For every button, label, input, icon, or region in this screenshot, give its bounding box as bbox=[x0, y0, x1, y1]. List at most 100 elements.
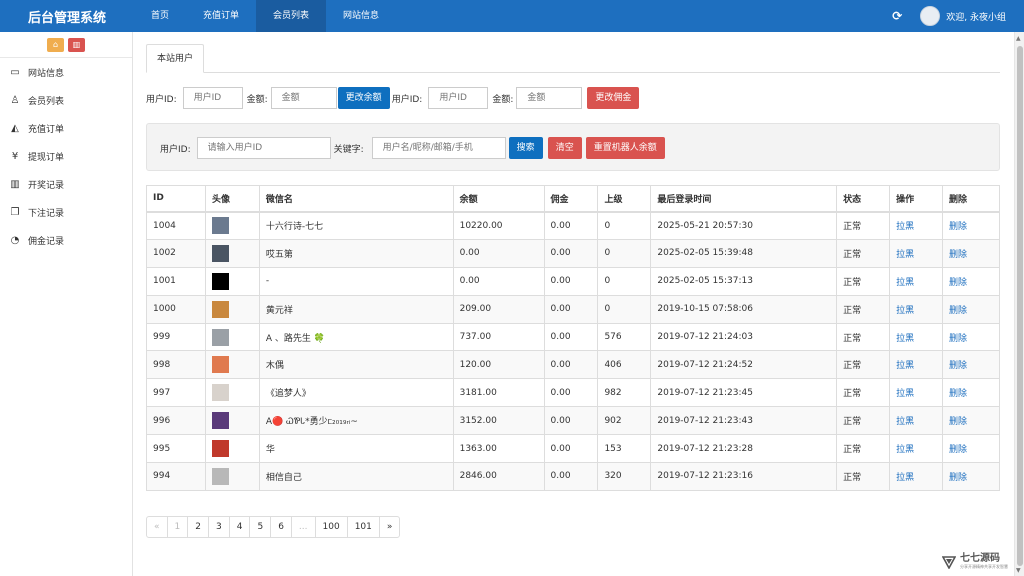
cell-delete: 删除 bbox=[941, 211, 1001, 240]
page-button[interactable]: 5 bbox=[249, 517, 270, 537]
change-balance-button[interactable]: 更改余额 bbox=[337, 87, 390, 109]
page-button[interactable]: 3 bbox=[207, 517, 229, 537]
pie-chart-icon: ◔ bbox=[10, 234, 20, 246]
refresh-icon[interactable]: ⟳ bbox=[892, 9, 902, 23]
sidebar-item-1[interactable]: ♙ 会员列表 bbox=[0, 86, 132, 114]
cell-action: 拉黑 bbox=[889, 406, 943, 436]
watermark: 七七源码 分享开源精神共享开发智慧 bbox=[942, 553, 1008, 570]
cell-commission: 0.00 bbox=[543, 406, 599, 436]
cell-status: 正常 bbox=[836, 294, 891, 324]
scrollbar-thumb[interactable] bbox=[1017, 46, 1023, 566]
column-header: ID bbox=[146, 185, 206, 213]
page-button[interactable]: 6 bbox=[270, 517, 291, 537]
nav-item-1[interactable]: 充值订单 bbox=[186, 0, 256, 32]
brand-title[interactable]: 后台管理系统 bbox=[0, 7, 132, 26]
page-button[interactable]: 100 bbox=[314, 517, 347, 537]
table-row: 998 木偶 120.00 0.00 406 2019-07-12 21:24:52 正常拉… bbox=[146, 350, 1001, 380]
delete-link[interactable]: 删除 bbox=[949, 445, 967, 455]
cell-avatar bbox=[204, 294, 260, 324]
sidebar-quick-buttons: ⌂ ▥ bbox=[0, 32, 132, 58]
cell-last-login: 2019-10-15 07:58:06 bbox=[650, 294, 838, 324]
scroll-down-icon[interactable]: ▼ bbox=[1016, 567, 1021, 574]
cell-avatar bbox=[204, 211, 260, 240]
delete-link[interactable]: 删除 bbox=[949, 278, 967, 288]
change-commission-button[interactable]: 更改佣金 bbox=[587, 87, 640, 109]
search-button[interactable]: 搜索 bbox=[508, 137, 543, 159]
cell-parent: 0 bbox=[597, 266, 652, 296]
blacklist-link[interactable]: 拉黑 bbox=[896, 306, 914, 316]
table-row: 994 相信自己 2846.00 0.00 320 2019-07-12 21:23:16… bbox=[146, 462, 1001, 491]
column-header: 佣金 bbox=[543, 185, 599, 213]
prev-page-button[interactable]: « bbox=[147, 517, 167, 537]
blacklist-link[interactable]: 拉黑 bbox=[896, 278, 914, 288]
home-button[interactable]: ⌂ bbox=[47, 37, 64, 52]
blacklist-link[interactable]: 拉黑 bbox=[896, 417, 914, 427]
trash-button[interactable]: ▥ bbox=[68, 37, 85, 52]
nav-item-0[interactable]: 首页 bbox=[134, 0, 186, 32]
commission-uid-label: 用户ID: bbox=[391, 94, 423, 105]
welcome-user[interactable]: 欢迎, 永夜小组 bbox=[946, 10, 1006, 23]
cell-parent: 982 bbox=[597, 378, 652, 408]
sidebar-item-4[interactable]: ▥ 开奖记录 bbox=[0, 170, 132, 198]
cell-parent: 406 bbox=[597, 350, 652, 380]
page-button[interactable]: 4 bbox=[228, 517, 250, 537]
blacklist-link[interactable]: 拉黑 bbox=[896, 389, 914, 399]
main-content: 本站用户 用户ID: 金额: 更改余额 用户ID: 金额: 更改佣金 用户ID:… bbox=[146, 44, 1001, 538]
blacklist-link[interactable]: 拉黑 bbox=[896, 361, 914, 371]
table-row: 1000 黄元祥 209.00 0.00 0 2019-10-15 07:58:06 正常拉… bbox=[146, 294, 1001, 324]
sidebar-item-0[interactable]: ▭ 网站信息 bbox=[0, 58, 132, 86]
scroll-up-icon[interactable]: ▲ bbox=[1016, 35, 1021, 42]
reset-robot-balance-button[interactable]: 重置机器人余额 bbox=[585, 137, 665, 159]
clear-button[interactable]: 清空 bbox=[547, 137, 582, 159]
delete-link[interactable]: 删除 bbox=[949, 306, 967, 316]
search-uid-input[interactable] bbox=[196, 137, 331, 159]
page-button[interactable]: 1 bbox=[166, 517, 188, 537]
balance-amount-input[interactable] bbox=[270, 87, 337, 109]
sidebar-item-2[interactable]: ◭ 充值订单 bbox=[0, 114, 132, 142]
cell-action: 拉黑 bbox=[889, 238, 943, 268]
page-scrollbar[interactable]: ▲ ▼ bbox=[1014, 32, 1024, 576]
cell-commission: 0.00 bbox=[543, 238, 599, 268]
delete-link[interactable]: 删除 bbox=[949, 417, 967, 427]
blacklist-link[interactable]: 拉黑 bbox=[896, 250, 914, 260]
sidebar-item-5[interactable]: ❐ 下注记录 bbox=[0, 198, 132, 226]
delete-link[interactable]: 删除 bbox=[949, 473, 967, 483]
nav-item-3[interactable]: 网站信息 bbox=[326, 0, 396, 32]
table-row: 1004 十六行诗-七七 10220.00 0.00 0 2025-05-21 20:57… bbox=[146, 211, 1001, 240]
table-row: 997 《追梦人》 3181.00 0.00 982 2019-07-12 21:23:4… bbox=[146, 378, 1001, 408]
cell-action: 拉黑 bbox=[889, 350, 943, 380]
blacklist-link[interactable]: 拉黑 bbox=[896, 473, 914, 483]
balance-uid-input[interactable] bbox=[182, 87, 243, 109]
search-keyword-input[interactable] bbox=[371, 137, 506, 159]
blacklist-link[interactable]: 拉黑 bbox=[896, 334, 914, 344]
page-button[interactable]: 101 bbox=[346, 517, 379, 537]
commission-amount-input[interactable] bbox=[516, 87, 583, 109]
next-page-button[interactable]: » bbox=[378, 517, 400, 537]
avatar[interactable] bbox=[920, 6, 941, 26]
bar-chart-icon: ▥ bbox=[10, 178, 20, 190]
delete-link[interactable]: 删除 bbox=[949, 334, 967, 344]
tab-site-users[interactable]: 本站用户 bbox=[146, 44, 205, 73]
sidebar-item-6[interactable]: ◔ 佣金记录 bbox=[0, 226, 132, 254]
blacklist-link[interactable]: 拉黑 bbox=[896, 222, 914, 232]
delete-link[interactable]: 删除 bbox=[949, 222, 967, 232]
cell-last-login: 2019-07-12 21:23:43 bbox=[650, 406, 838, 436]
sidebar-item-3[interactable]: ¥ 提现订单 bbox=[0, 142, 132, 170]
blacklist-link[interactable]: 拉黑 bbox=[896, 445, 914, 455]
delete-link[interactable]: 删除 bbox=[949, 250, 967, 260]
table-body: 1004 十六行诗-七七 10220.00 0.00 0 2025-05-21 20:57… bbox=[146, 211, 1001, 491]
nav-item-2[interactable]: 会员列表 bbox=[256, 0, 327, 32]
sidebar-item-label: 会员列表 bbox=[28, 96, 65, 107]
delete-link[interactable]: 删除 bbox=[949, 361, 967, 371]
pagination: «1 2 3 4 5 6... 100 101» bbox=[146, 516, 401, 538]
cell-last-login: 2019-07-12 21:24:52 bbox=[650, 350, 838, 380]
page-button: ... bbox=[290, 517, 315, 537]
column-header: 上级 bbox=[597, 185, 652, 213]
delete-link[interactable]: 删除 bbox=[949, 389, 967, 399]
cell-last-login: 2025-05-21 20:57:30 bbox=[650, 211, 838, 240]
page-button[interactable]: 2 bbox=[187, 517, 208, 537]
cell-avatar bbox=[204, 462, 260, 491]
commission-uid-input[interactable] bbox=[428, 87, 489, 109]
area-chart-icon: ◭ bbox=[11, 122, 19, 134]
cell-last-login: 2019-07-12 21:23:28 bbox=[650, 434, 838, 464]
